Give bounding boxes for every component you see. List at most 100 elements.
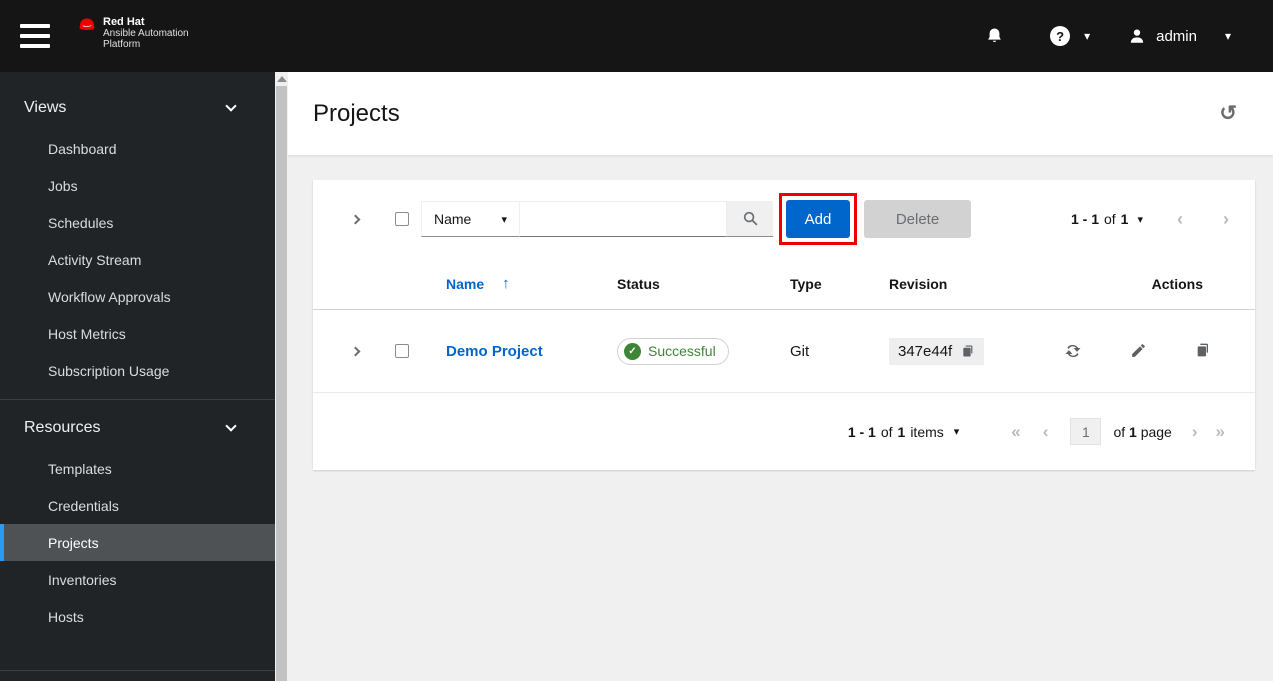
copy-icon: [1195, 342, 1211, 360]
notifications-bell-icon[interactable]: [985, 26, 1004, 46]
status-badge[interactable]: ✓ Successful: [617, 337, 729, 365]
select-all-checkbox[interactable]: [395, 212, 409, 226]
edit-project-button[interactable]: [1130, 342, 1147, 360]
sidebar-item-jobs[interactable]: Jobs: [0, 167, 275, 204]
sync-project-button[interactable]: [1064, 342, 1082, 360]
nav-group-views[interactable]: Views: [0, 86, 275, 130]
delete-button[interactable]: Delete: [864, 200, 971, 238]
sort-ascending-icon[interactable]: ↑: [502, 275, 510, 292]
user-icon: [1128, 27, 1146, 45]
nav-divider: [0, 399, 275, 400]
current-page-input[interactable]: [1070, 418, 1102, 445]
status-label: Successful: [648, 343, 716, 359]
user-name: admin: [1156, 27, 1197, 45]
page-label: page: [1140, 423, 1172, 440]
row-expand-chevron-icon[interactable]: [350, 346, 360, 356]
nav-group-views-label: Views: [24, 99, 67, 116]
filter-attribute-select[interactable]: Name ▾: [421, 201, 520, 237]
user-menu[interactable]: admin ▾: [1128, 27, 1231, 45]
user-caret-down-icon[interactable]: ▾: [1225, 30, 1231, 42]
pagination-total: 1: [1120, 211, 1129, 227]
question-circle-icon[interactable]: ?: [1050, 26, 1071, 46]
pagination-of-label: of: [1103, 211, 1116, 227]
sidebar-item-hosts[interactable]: Hosts: [0, 598, 275, 635]
footer-page-nav: « ‹ of 1 page › »: [1011, 418, 1225, 445]
footer-items-label: items: [910, 423, 944, 440]
sidebar-item-label: Credentials: [48, 497, 119, 514]
sidebar-item-host-metrics[interactable]: Host Metrics: [0, 315, 275, 352]
pagination-caret-down-icon[interactable]: ▾: [1137, 213, 1143, 226]
nav-divider: [0, 670, 275, 671]
revision-chip[interactable]: 347e44f: [889, 337, 985, 365]
copy-project-button[interactable]: [1195, 342, 1211, 360]
search-input[interactable]: [520, 201, 727, 237]
expand-all-chevron-icon[interactable]: [350, 214, 360, 224]
sidebar-item-label: Workflow Approvals: [48, 288, 171, 305]
prev-page-icon[interactable]: ‹: [1177, 209, 1183, 230]
column-header-name[interactable]: Name ↑: [446, 275, 617, 292]
sidebar-item-projects[interactable]: Projects: [0, 524, 275, 561]
help-caret-down-icon[interactable]: ▾: [1084, 30, 1090, 42]
column-header-status: Status: [617, 275, 660, 292]
filter-attribute-value: Name: [434, 211, 472, 227]
items-caret-down-icon: ▾: [953, 426, 960, 438]
main-content: Projects ↺ Name ▾ Add Delete 1 - 1 of 1 …: [288, 72, 1273, 681]
column-header-type: Type: [790, 275, 822, 292]
add-button[interactable]: Add: [786, 200, 850, 238]
row-checkbox[interactable]: [395, 344, 409, 358]
copy-icon[interactable]: [961, 344, 975, 358]
help-menu[interactable]: ? ▾: [1050, 26, 1090, 46]
sidebar-item-templates[interactable]: Templates: [0, 450, 275, 487]
scrollbar-thumb[interactable]: [276, 86, 287, 681]
search-button[interactable]: [727, 201, 773, 237]
nav-group-resources[interactable]: Resources: [0, 406, 275, 450]
projects-list-card: Name ▾ Add Delete 1 - 1 of 1 ▾ ‹ › Name …: [313, 180, 1255, 470]
sidebar-item-inventories[interactable]: Inventories: [0, 561, 275, 598]
history-icon[interactable]: ↺: [1219, 103, 1237, 124]
table-header-row: Name ↑ Status Type Revision Actions: [313, 258, 1255, 310]
scrollbar-up-arrow-icon[interactable]: [277, 76, 287, 82]
sidebar-item-activity-stream[interactable]: Activity Stream: [0, 241, 275, 278]
items-per-page-menu[interactable]: 1 - 1 of 1 items ▾: [848, 424, 959, 440]
sidebar-item-label: Activity Stream: [48, 251, 142, 268]
sidebar-item-label: Templates: [48, 460, 112, 477]
project-name-link[interactable]: Demo Project: [446, 343, 617, 360]
select-caret-down-icon: ▾: [501, 213, 507, 226]
nav-toggle-icon[interactable]: [20, 24, 50, 48]
prev-page-icon[interactable]: ‹: [1043, 422, 1049, 442]
sync-icon: [1064, 342, 1082, 360]
next-page-icon[interactable]: ›: [1192, 422, 1198, 442]
page-header: Projects ↺: [288, 72, 1273, 155]
sidebar-item-label: Projects: [48, 534, 99, 551]
sidebar-item-label: Jobs: [48, 177, 78, 194]
sidebar-item-credentials[interactable]: Credentials: [0, 487, 275, 524]
sidebar-item-dashboard[interactable]: Dashboard: [0, 130, 275, 167]
chevron-down-icon: [225, 420, 237, 432]
page-title: Projects: [313, 99, 400, 127]
masthead: Red Hat Ansible Automation Platform ? ▾ …: [0, 0, 1273, 72]
pagination-range: 1 - 1: [1070, 211, 1099, 227]
project-type: Git: [790, 342, 810, 360]
table-row: Demo Project ✓ Successful Git 347e44f: [313, 310, 1255, 393]
check-circle-icon: ✓: [624, 342, 641, 360]
next-page-icon[interactable]: ›: [1223, 209, 1229, 230]
sidebar-item-workflow-approvals[interactable]: Workflow Approvals: [0, 278, 275, 315]
redhat-fedora-icon: [76, 16, 98, 32]
sidebar-item-schedules[interactable]: Schedules: [0, 204, 275, 241]
page-total: 1: [1129, 423, 1137, 440]
sidebar-item-label: Dashboard: [48, 140, 117, 157]
footer-page-of: of 1 page: [1113, 424, 1171, 440]
last-page-icon[interactable]: »: [1216, 422, 1225, 442]
sidebar-item-label: Hosts: [48, 608, 84, 625]
sidebar-nav: Views Dashboard Jobs Schedules Activity …: [0, 72, 275, 681]
chevron-down-icon: [225, 100, 237, 112]
sidebar-item-subscription-usage[interactable]: Subscription Usage: [0, 352, 275, 389]
sidebar-item-label: Schedules: [48, 214, 114, 231]
pencil-icon: [1130, 342, 1147, 360]
nav-group-resources-label: Resources: [24, 419, 101, 436]
red-highlight-annotation: Add: [779, 193, 857, 245]
toolbar-pagination: 1 - 1 of 1 ▾ ‹ ›: [1071, 209, 1231, 230]
footer-items-of-label: of: [880, 423, 893, 440]
vertical-scrollbar[interactable]: [275, 72, 288, 681]
first-page-icon[interactable]: «: [1011, 422, 1020, 442]
